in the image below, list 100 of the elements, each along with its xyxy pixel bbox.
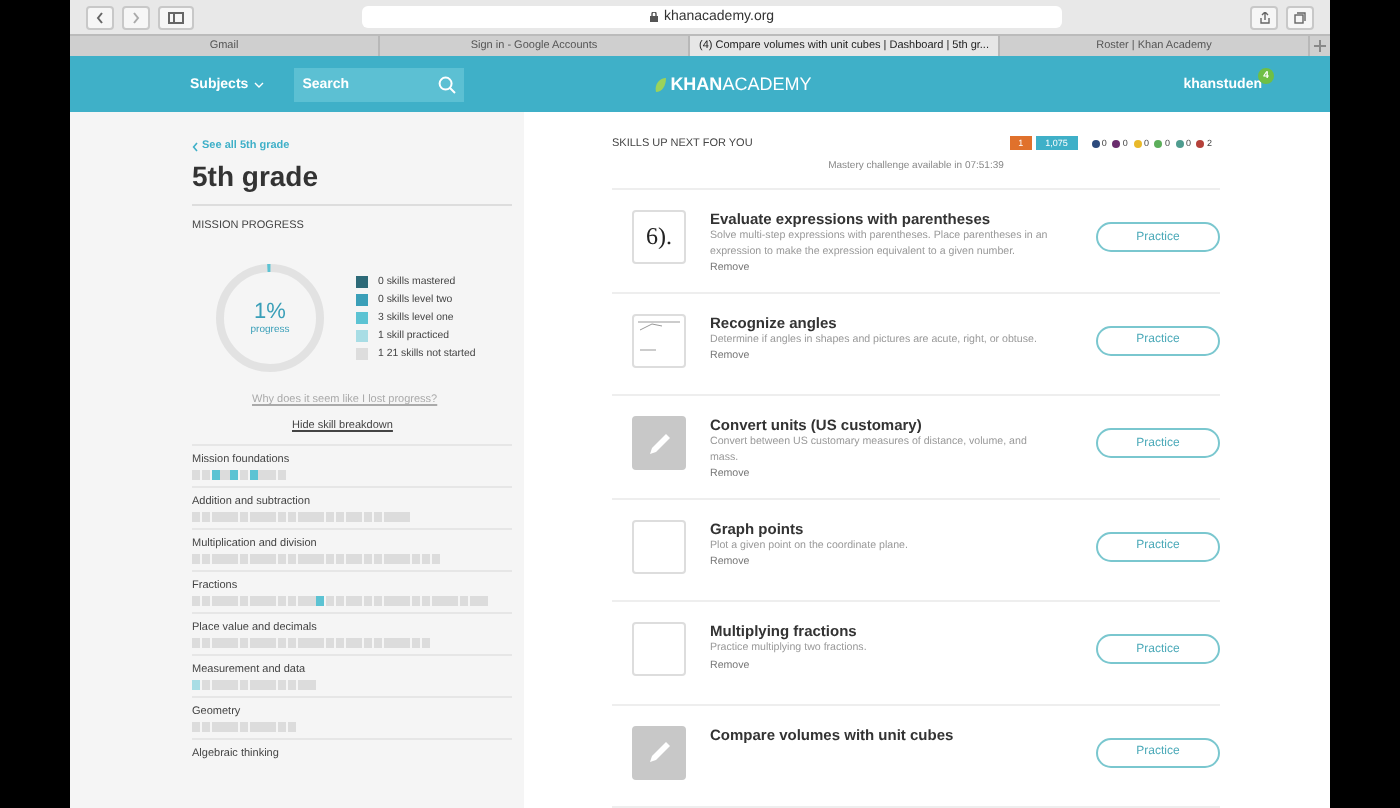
skill-square[interactable] [345, 512, 354, 522]
skill-square[interactable] [325, 554, 335, 564]
skill-square[interactable] [364, 512, 373, 522]
skill-square[interactable] [230, 470, 239, 480]
skill-square[interactable] [345, 638, 354, 648]
skill-square[interactable] [345, 596, 354, 606]
skill-square[interactable] [249, 638, 258, 648]
skill-square[interactable] [306, 680, 316, 690]
skill-square[interactable] [316, 596, 325, 606]
skill-square[interactable] [373, 554, 383, 564]
skill-square[interactable] [316, 512, 325, 522]
skill-square[interactable] [201, 512, 210, 522]
skill-square[interactable] [402, 512, 411, 522]
skill-square[interactable] [239, 470, 249, 480]
skill-square[interactable] [354, 554, 363, 564]
skill-square[interactable] [239, 554, 249, 564]
skill-square[interactable] [192, 596, 201, 606]
skill-square[interactable] [421, 638, 430, 648]
search-icon[interactable] [438, 75, 457, 93]
skill-square[interactable] [230, 554, 239, 564]
skill-square[interactable] [335, 638, 344, 648]
skill-square[interactable] [297, 596, 306, 606]
skill-square[interactable] [316, 554, 325, 564]
skill-square[interactable] [402, 638, 411, 648]
skill-square[interactable] [297, 554, 306, 564]
skill-square[interactable] [211, 470, 220, 480]
skill-square[interactable] [268, 722, 277, 732]
skill-square[interactable] [325, 512, 335, 522]
skill-square[interactable] [239, 638, 249, 648]
skill-square[interactable] [335, 554, 344, 564]
skill-square[interactable] [278, 554, 287, 564]
skill-square[interactable] [230, 596, 239, 606]
skill-square[interactable] [373, 512, 383, 522]
skill-square[interactable] [373, 596, 383, 606]
skill-square[interactable] [278, 596, 287, 606]
skill-square[interactable] [220, 470, 230, 480]
skill-square[interactable] [354, 638, 363, 648]
skill-square[interactable] [239, 596, 249, 606]
skill-square[interactable] [268, 554, 277, 564]
back-button[interactable] [86, 5, 114, 29]
skill-square[interactable] [383, 596, 392, 606]
skill-square[interactable] [192, 722, 201, 732]
skill-square[interactable] [287, 596, 296, 606]
skill-square[interactable] [402, 596, 411, 606]
skill-square[interactable] [297, 512, 306, 522]
skill-square[interactable] [230, 512, 239, 522]
skill-square[interactable] [278, 470, 287, 480]
skill-square[interactable] [364, 596, 373, 606]
skill-square[interactable] [201, 596, 210, 606]
skill-square[interactable] [325, 638, 335, 648]
skill-square[interactable] [268, 596, 277, 606]
skill-square[interactable] [335, 512, 344, 522]
skill-square[interactable] [211, 638, 220, 648]
skill-square[interactable] [364, 554, 373, 564]
new-tab-icon[interactable] [1314, 40, 1326, 52]
skill-square[interactable] [211, 512, 220, 522]
tabs-icon[interactable] [1286, 5, 1314, 29]
skill-square[interactable] [411, 638, 421, 648]
sidebar-icon[interactable] [158, 5, 194, 29]
skill-square[interactable] [383, 638, 392, 648]
skill-square[interactable] [411, 596, 421, 606]
skill-square[interactable] [239, 512, 249, 522]
skill-square[interactable] [201, 680, 210, 690]
skill-square[interactable] [345, 554, 354, 564]
skill-square[interactable] [287, 554, 296, 564]
skill-square[interactable] [421, 554, 430, 564]
skill-square[interactable] [268, 512, 277, 522]
skill-square[interactable] [450, 596, 459, 606]
skill-square[interactable] [287, 722, 296, 732]
forward-button[interactable] [122, 5, 150, 29]
skill-square[interactable] [192, 512, 201, 522]
skill-square[interactable] [278, 722, 287, 732]
skill-square[interactable] [211, 596, 220, 606]
skill-square[interactable] [249, 512, 258, 522]
skill-square[interactable] [287, 638, 296, 648]
skill-square[interactable] [278, 638, 287, 648]
skill-square[interactable] [249, 722, 258, 732]
skill-square[interactable] [249, 470, 258, 480]
skill-square[interactable] [354, 596, 363, 606]
skill-square[interactable] [211, 680, 220, 690]
skill-square[interactable] [239, 680, 249, 690]
skill-square[interactable] [239, 722, 249, 732]
skill-square[interactable] [306, 596, 316, 606]
skill-square[interactable] [478, 596, 488, 606]
skill-square[interactable] [373, 638, 383, 648]
skill-square[interactable] [211, 722, 220, 732]
skill-square[interactable] [201, 554, 210, 564]
skill-square[interactable] [192, 680, 201, 690]
skill-square[interactable] [354, 512, 363, 522]
skill-square[interactable] [249, 680, 258, 690]
skill-square[interactable] [211, 554, 220, 564]
skill-square[interactable] [383, 554, 392, 564]
skill-square[interactable] [249, 554, 258, 564]
skill-square[interactable] [268, 680, 277, 690]
skill-square[interactable] [431, 596, 440, 606]
skill-square[interactable] [459, 596, 469, 606]
skill-square[interactable] [258, 470, 268, 480]
skill-square[interactable] [297, 638, 306, 648]
skill-square[interactable] [297, 680, 306, 690]
skill-square[interactable] [383, 512, 392, 522]
